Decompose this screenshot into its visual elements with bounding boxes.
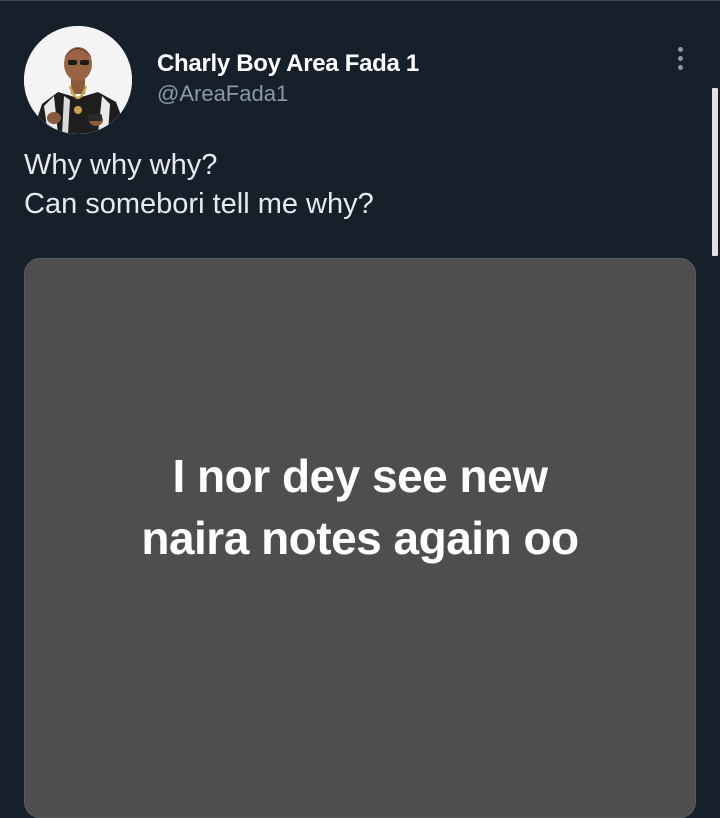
more-vertical-icon-dot — [677, 64, 683, 70]
scrollbar[interactable] — [712, 88, 718, 256]
more-vertical-icon-dot — [677, 55, 683, 61]
tweet-media-image[interactable]: I nor dey see new naira notes again oo — [24, 258, 696, 818]
divider — [0, 0, 720, 1]
more-options-button[interactable] — [666, 40, 694, 76]
media-caption-line: naira notes again oo — [141, 512, 579, 564]
media-caption-line: I nor dey see new — [172, 450, 548, 502]
tweet-card: Charly Boy Area Fada 1 @AreaFada1 Why wh… — [0, 0, 720, 818]
media-caption: I nor dey see new naira notes again oo — [25, 445, 695, 569]
author-display-name[interactable]: Charly Boy Area Fada 1 — [157, 50, 419, 78]
tweet-text: Why why why? Can somebori tell me why? — [24, 146, 684, 224]
tweet-text-line: Can somebori tell me why? — [24, 188, 374, 220]
tweet-text-line: Why why why? — [24, 149, 218, 181]
author-handle[interactable]: @AreaFada1 — [157, 81, 288, 107]
profile-photo-icon — [24, 26, 132, 134]
more-vertical-icon — [677, 46, 683, 52]
avatar[interactable] — [24, 26, 132, 134]
